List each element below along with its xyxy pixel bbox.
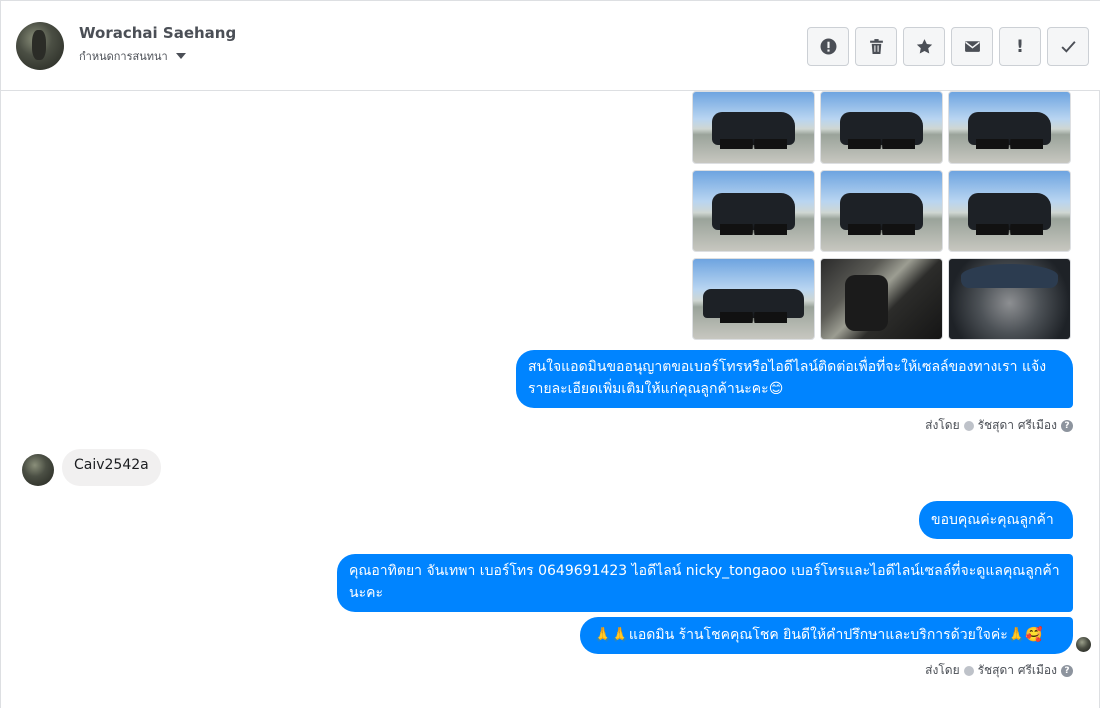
avatar[interactable]: [16, 22, 64, 70]
photo-attachment[interactable]: [820, 91, 943, 164]
mark-unread-button[interactable]: [951, 27, 993, 66]
photo-attachment[interactable]: [948, 258, 1071, 340]
mark-important-button[interactable]: !: [999, 27, 1041, 66]
checkmark-icon: [1060, 41, 1076, 53]
sent-by-name: รัชสุดา ศรีเมือง: [977, 663, 1057, 677]
message-list: สนใจแอดมินขออนุญาตขอเบอร์โทรหรือไอดีไลน์…: [1, 91, 1100, 708]
contact-name[interactable]: Worachai Saehang: [79, 24, 236, 42]
star-icon: [916, 39, 932, 54]
agent-status-icon: [963, 420, 974, 431]
report-spam-button[interactable]: [807, 27, 849, 66]
photo-attachment[interactable]: [692, 91, 815, 164]
assign-conversation-dropdown[interactable]: กำหนดการสนทนา: [79, 47, 186, 65]
trash-icon: [869, 39, 883, 54]
help-icon[interactable]: ?: [1061, 664, 1073, 677]
envelope-icon: [964, 41, 980, 52]
exclamation-icon: !: [1016, 36, 1024, 57]
photo-attachment[interactable]: [692, 258, 815, 340]
outgoing-message[interactable]: ขอบคุณค่ะคุณลูกค้า: [919, 501, 1073, 539]
caret-down-icon: [175, 53, 186, 59]
action-toolbar: !: [807, 27, 1089, 66]
sent-by-label: ส่งโดย: [925, 663, 960, 677]
avatar[interactable]: [22, 454, 54, 486]
photo-attachment[interactable]: [820, 170, 943, 252]
sent-by-info: ส่งโดย รัชสุดา ศรีเมือง ?: [925, 661, 1073, 680]
photo-attachments: [692, 91, 1072, 340]
photo-attachment[interactable]: [820, 258, 943, 340]
photo-attachment[interactable]: [948, 170, 1071, 252]
outgoing-message[interactable]: สนใจแอดมินขออนุญาตขอเบอร์โทรหรือไอดีไลน์…: [516, 350, 1073, 408]
mark-done-button[interactable]: [1047, 27, 1089, 66]
outgoing-message[interactable]: 🙏🙏แอดมิน ร้านโชคคุณโชค ยินดีให้คำปรึกษาแ…: [580, 617, 1073, 654]
incoming-message[interactable]: Caiv2542a: [62, 449, 161, 486]
sent-by-name: รัชสุดา ศรีเมือง: [977, 418, 1057, 432]
seen-avatar: [1076, 637, 1091, 652]
outgoing-message[interactable]: คุณอาทิตยา จันเทพา เบอร์โทร 0649691423 ไ…: [337, 554, 1073, 612]
sent-by-label: ส่งโดย: [925, 418, 960, 432]
agent-status-icon: [963, 665, 974, 676]
help-icon[interactable]: ?: [1061, 419, 1073, 432]
conversation-panel: Worachai Saehang กำหนดการสนทนา ! สนใจแอด…: [0, 0, 1100, 708]
photo-attachment[interactable]: [692, 170, 815, 252]
conversation-header: Worachai Saehang กำหนดการสนทนา !: [1, 0, 1100, 91]
alert-circle-icon: [820, 38, 836, 55]
sent-by-info: ส่งโดย รัชสุดา ศรีเมือง ?: [925, 416, 1073, 435]
assign-label: กำหนดการสนทนา: [79, 50, 168, 63]
photo-attachment[interactable]: [948, 91, 1071, 164]
star-button[interactable]: [903, 27, 945, 66]
delete-button[interactable]: [855, 27, 897, 66]
